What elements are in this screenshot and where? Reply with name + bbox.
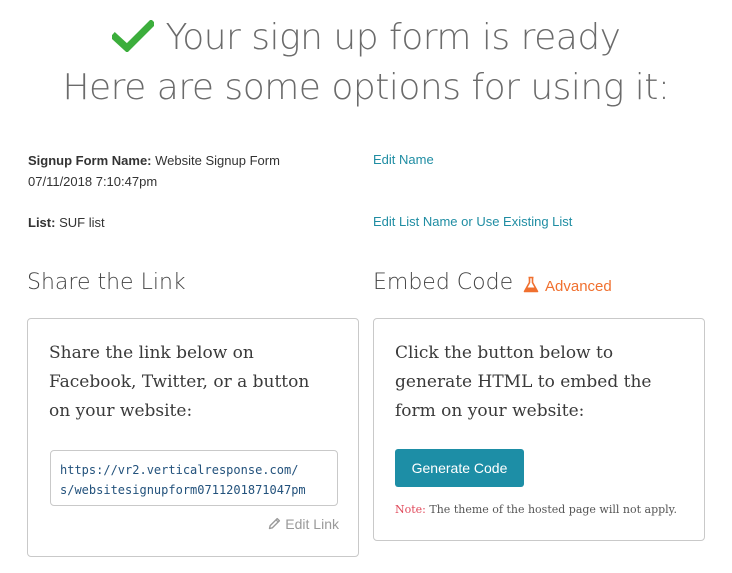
embed-note: Note: The theme of the hosted page will … <box>395 503 677 516</box>
page-title: Your sign up form is ready <box>0 14 732 65</box>
edit-list-link[interactable]: Edit List Name or Use Existing List <box>373 214 572 229</box>
note-text: The theme of the hosted page will not ap… <box>425 503 677 516</box>
generate-code-button[interactable]: Generate Code <box>395 449 524 487</box>
advanced-link[interactable]: Advanced <box>523 276 612 295</box>
share-url-field[interactable]: https://vr2.verticalresponse.com/ s/webs… <box>50 450 338 506</box>
edit-link-label: Edit Link <box>285 516 339 532</box>
embed-code-card: Click the button below to generate HTML … <box>373 318 705 541</box>
checkmark-icon <box>109 17 156 65</box>
embed-description-line: Click the button below to <box>395 343 614 363</box>
share-description-line: Facebook, Twitter, or a button <box>49 372 310 392</box>
share-description-line: Share the link below on <box>49 343 254 363</box>
pencil-icon <box>269 517 281 530</box>
form-date: 07/11/2018 7:10:47pm <box>28 174 158 189</box>
edit-link-button[interactable]: Edit Link <box>268 516 339 532</box>
list-label: List: <box>28 215 56 230</box>
page-subtitle: Here are some options for using it: <box>62 67 670 108</box>
share-description: Share the link below on Facebook, Twitte… <box>49 339 309 426</box>
list-value: SUF list <box>59 215 105 230</box>
edit-name-link[interactable]: Edit Name <box>373 152 434 167</box>
flask-icon <box>523 276 539 293</box>
form-name-info: Signup Form Name: Website Signup Form 07… <box>28 150 280 192</box>
embed-description-line: form on your website: <box>395 401 585 421</box>
form-name-value: Website Signup Form <box>155 153 280 168</box>
embed-section-title: Embed Code <box>373 270 514 295</box>
advanced-label: Advanced <box>545 278 612 295</box>
embed-description-line: generate HTML to embed the <box>395 372 652 392</box>
share-link-card: Share the link below on Facebook, Twitte… <box>27 318 359 557</box>
embed-description: Click the button below to generate HTML … <box>395 339 652 426</box>
share-description-line: on your website: <box>49 401 193 421</box>
list-info: List: SUF list <box>28 212 105 233</box>
share-section-title: Share the Link <box>27 270 186 295</box>
page-title-text: Your sign up form is ready <box>165 17 621 58</box>
form-name-label: Signup Form Name: <box>28 153 152 168</box>
note-label: Note: <box>395 503 426 516</box>
